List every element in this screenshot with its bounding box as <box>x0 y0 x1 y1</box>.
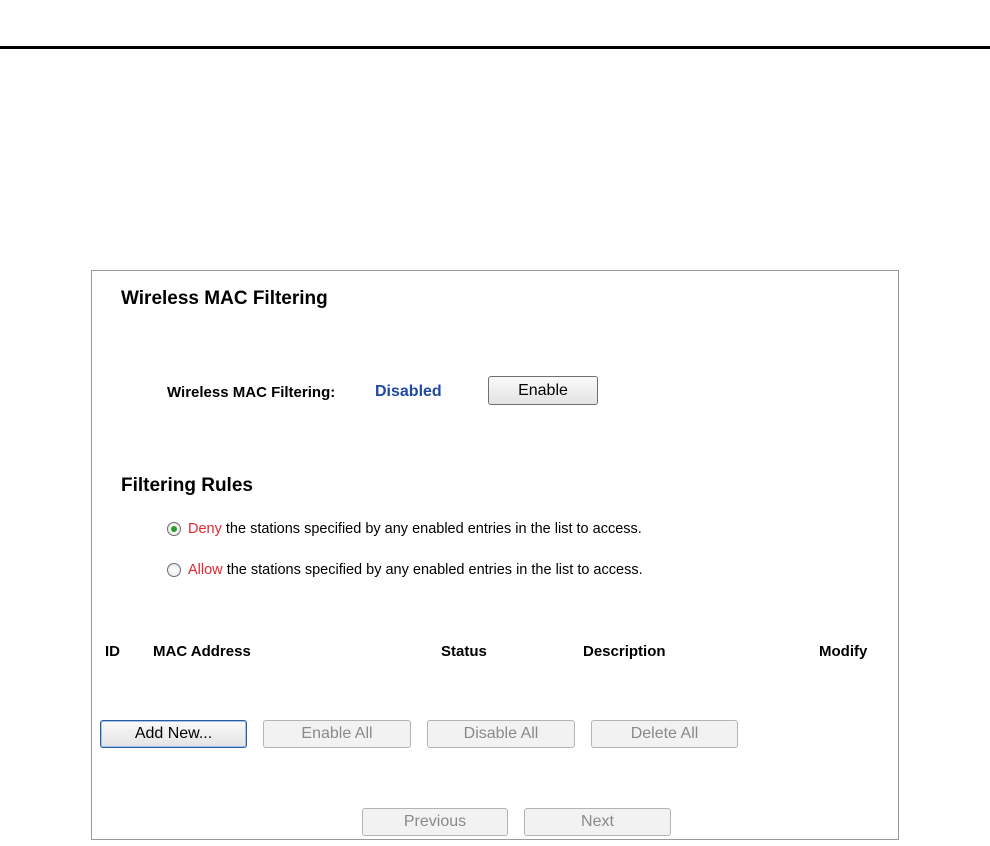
enable-filtering-button[interactable]: Enable <box>488 376 598 405</box>
rule-option-allow[interactable]: Allow the stations specified by any enab… <box>167 562 643 578</box>
disable-all-button[interactable]: Disable All <box>427 720 575 748</box>
mac-filtering-panel: Wireless MAC Filtering Wireless MAC Filt… <box>91 270 899 840</box>
radio-deny[interactable] <box>167 522 181 536</box>
previous-button[interactable]: Previous <box>362 808 508 836</box>
column-status: Status <box>441 643 487 660</box>
allow-keyword: Allow <box>188 562 223 578</box>
radio-allow[interactable] <box>167 563 181 577</box>
allow-description: the stations specified by any enabled en… <box>226 562 643 578</box>
filtering-status-label: Wireless MAC Filtering: <box>167 384 336 401</box>
next-button[interactable]: Next <box>524 808 671 836</box>
enable-all-button[interactable]: Enable All <box>263 720 411 748</box>
rule-option-deny[interactable]: Deny the stations specified by any enabl… <box>167 521 642 537</box>
page-title: Wireless MAC Filtering <box>121 288 328 309</box>
deny-description: the stations specified by any enabled en… <box>225 521 642 537</box>
deny-keyword: Deny <box>188 521 222 537</box>
column-id: ID <box>105 643 120 660</box>
column-mac-address: MAC Address <box>153 643 251 660</box>
top-divider <box>0 46 990 49</box>
filtering-status-value: Disabled <box>375 383 442 400</box>
delete-all-button[interactable]: Delete All <box>591 720 738 748</box>
column-modify: Modify <box>819 643 868 660</box>
column-description: Description <box>583 643 666 660</box>
add-new-button[interactable]: Add New... <box>100 720 247 748</box>
filtering-rules-title: Filtering Rules <box>121 475 253 496</box>
